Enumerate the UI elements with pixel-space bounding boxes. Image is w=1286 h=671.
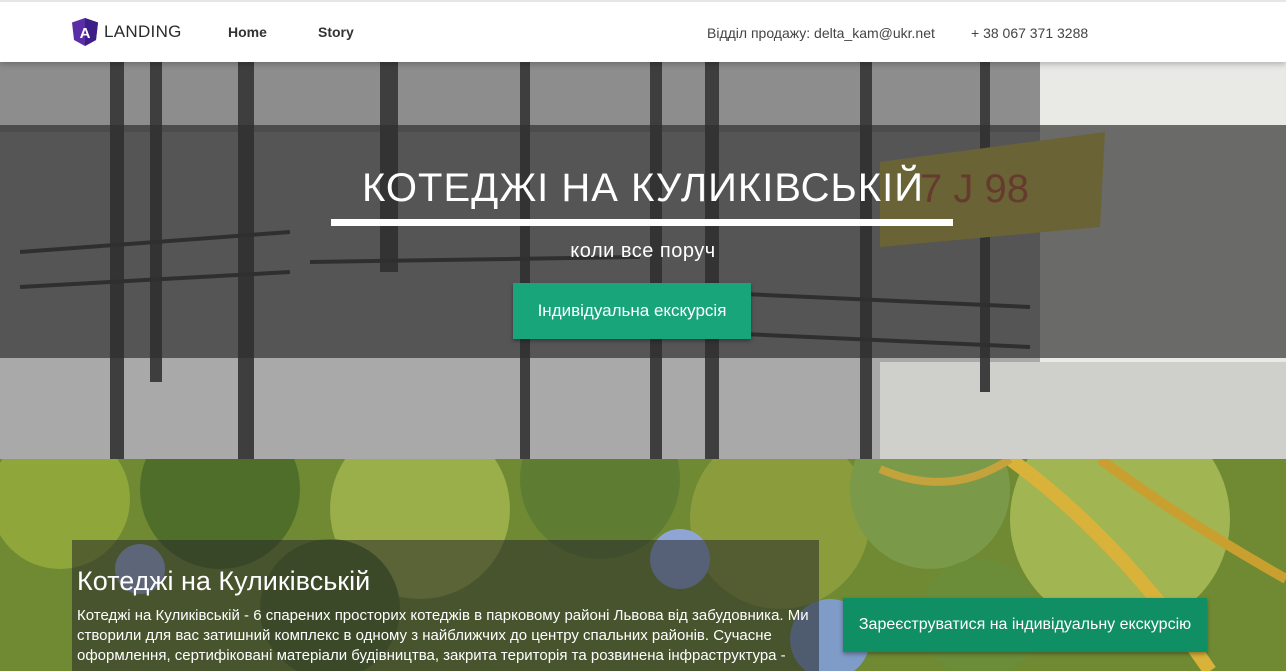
- brand-text: LANDING: [104, 22, 182, 41]
- individual-tour-button[interactable]: Індивідуальна екскурсія: [513, 283, 751, 339]
- hero-divider: [331, 219, 953, 226]
- nav-link-home[interactable]: Home: [228, 24, 267, 40]
- nav-link-story[interactable]: Story: [318, 24, 354, 40]
- about-section: Котеджі на Куликівській Котеджі на Кулик…: [0, 459, 1286, 671]
- top-navbar: A LANDING Home Story Відділ продажу: del…: [0, 0, 1286, 62]
- sales-contact: Відділ продажу: delta_kam@ukr.net: [707, 25, 935, 41]
- hero-section: 7 J 98 КОТЕДЖІ НА КУЛИКІВСЬКІЙ коли все …: [0, 62, 1286, 459]
- about-title: Котеджі на Куликівській: [77, 566, 371, 596]
- angular-logo-icon: A: [72, 18, 98, 46]
- hero-title: КОТЕДЖІ НА КУЛИКІВСЬКІЙ: [362, 166, 924, 210]
- about-info-box: Котеджі на Куликівській Котеджі на Кулик…: [72, 540, 819, 671]
- register-tour-button[interactable]: Зареєструватися на індивідуальну екскурс…: [843, 598, 1207, 652]
- hero-subtitle: коли все поруч: [570, 240, 716, 262]
- brand[interactable]: A LANDING: [72, 17, 182, 47]
- brand-logo-letter: A: [80, 25, 91, 42]
- about-text: Котеджі на Куликівській - 6 спарених про…: [77, 607, 809, 664]
- phone-number: + 38 067 371 3288: [971, 25, 1089, 41]
